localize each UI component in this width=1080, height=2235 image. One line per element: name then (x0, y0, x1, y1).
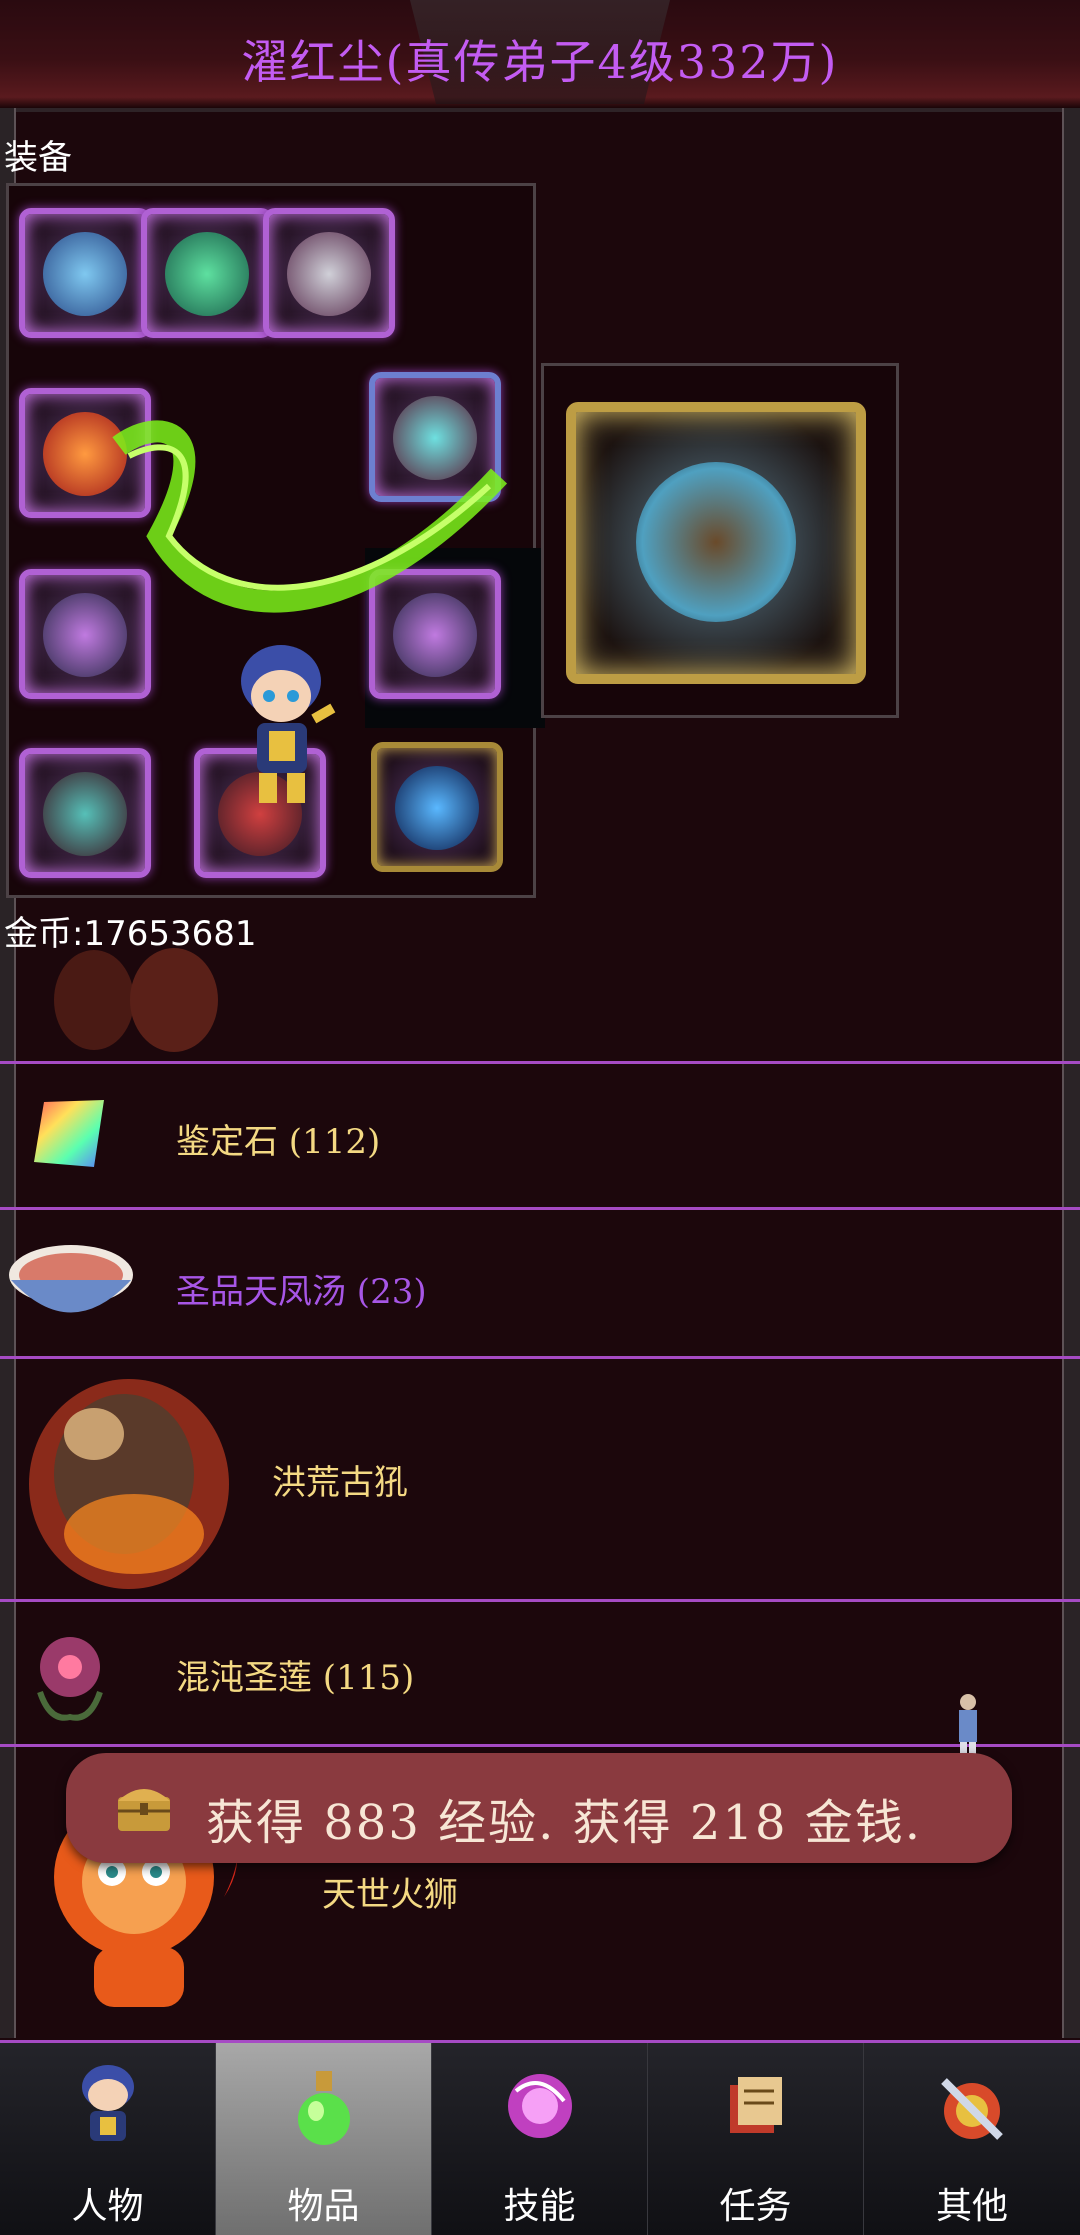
creature-icon (54, 948, 218, 1052)
tab-other[interactable]: 其他 (864, 2043, 1080, 2235)
quest-scroll-icon (730, 2077, 782, 2133)
green-whip-effect (112, 420, 508, 613)
item-name: 圣品天凤汤 (23) (176, 1272, 427, 1312)
hero-character-sprite (241, 645, 336, 803)
tab-label: 人物 (71, 2186, 144, 2227)
soup-bowl-icon (9, 1245, 133, 1313)
reward-message: 获得 883 经验. 获得 218 金钱. (206, 1795, 923, 1851)
reward-toast: 获得 883 经验. 获得 218 金钱. (66, 1753, 1012, 1863)
list-item[interactable]: 圣品天凤汤 (23) (9, 1210, 1062, 1356)
item-name: 鉴定石 (112) (176, 1122, 381, 1162)
tab-items[interactable]: 物品 (216, 2043, 432, 2235)
equip-slot-amulet[interactable] (19, 748, 151, 878)
equipment-panel (6, 183, 545, 898)
item-name: 混沌圣莲 (115) (176, 1658, 415, 1698)
tab-quests[interactable]: 任务 (648, 2043, 864, 2235)
character-icon (82, 2065, 134, 2141)
helmet-item-icon (287, 232, 371, 316)
armor-item-icon (165, 232, 249, 316)
skill-orb-icon (508, 2074, 572, 2138)
title-bar: 濯红尘(真传弟子4级332万) (0, 0, 1080, 112)
equip-slot-helmet[interactable] (263, 208, 395, 338)
detail-item-slot[interactable] (566, 402, 866, 684)
tab-skills[interactable]: 技能 (432, 2043, 648, 2235)
bottom-tab-bar: 人物 物品 技能 任务 其他 (0, 2040, 1080, 2235)
list-item[interactable]: 鉴定石 (112) (14, 1064, 1062, 1207)
equipment-detail-panel (541, 363, 899, 718)
equip-slot-orb[interactable] (371, 742, 503, 872)
potion-icon (298, 2071, 350, 2145)
item-name: 洪荒古犼 (272, 1463, 408, 1503)
tab-label: 其他 (935, 2186, 1008, 2227)
tab-label: 技能 (503, 2186, 576, 2227)
tab-label: 物品 (287, 2186, 360, 2227)
weapon-item-icon (43, 232, 127, 316)
list-item-partial[interactable] (14, 940, 1062, 1060)
beast-icon (29, 1379, 229, 1589)
item-name: 天世火狮 (322, 1875, 458, 1915)
list-item[interactable]: 洪荒古犼 (14, 1359, 1062, 1599)
sword-shield-icon (941, 2078, 1003, 2140)
tab-character[interactable]: 人物 (0, 2043, 216, 2235)
amulet-item-icon (43, 772, 127, 856)
equipment-label: 装备 (4, 138, 72, 178)
rainbow-gem-icon (34, 1100, 104, 1167)
equip-slot-armor[interactable] (141, 208, 273, 338)
treasure-chest-icon (118, 1789, 170, 1831)
frame-right-border (1062, 108, 1080, 2038)
orb-item-icon (395, 766, 479, 850)
boat-item-icon (636, 462, 796, 622)
character-title: 濯红尘(真传弟子4级332万) (241, 35, 839, 89)
equip-slot-weapon[interactable] (19, 208, 151, 338)
lotus-icon (37, 1637, 103, 1721)
list-item[interactable]: 混沌圣莲 (115) (14, 1602, 1062, 1744)
tab-label: 任务 (719, 2186, 792, 2227)
